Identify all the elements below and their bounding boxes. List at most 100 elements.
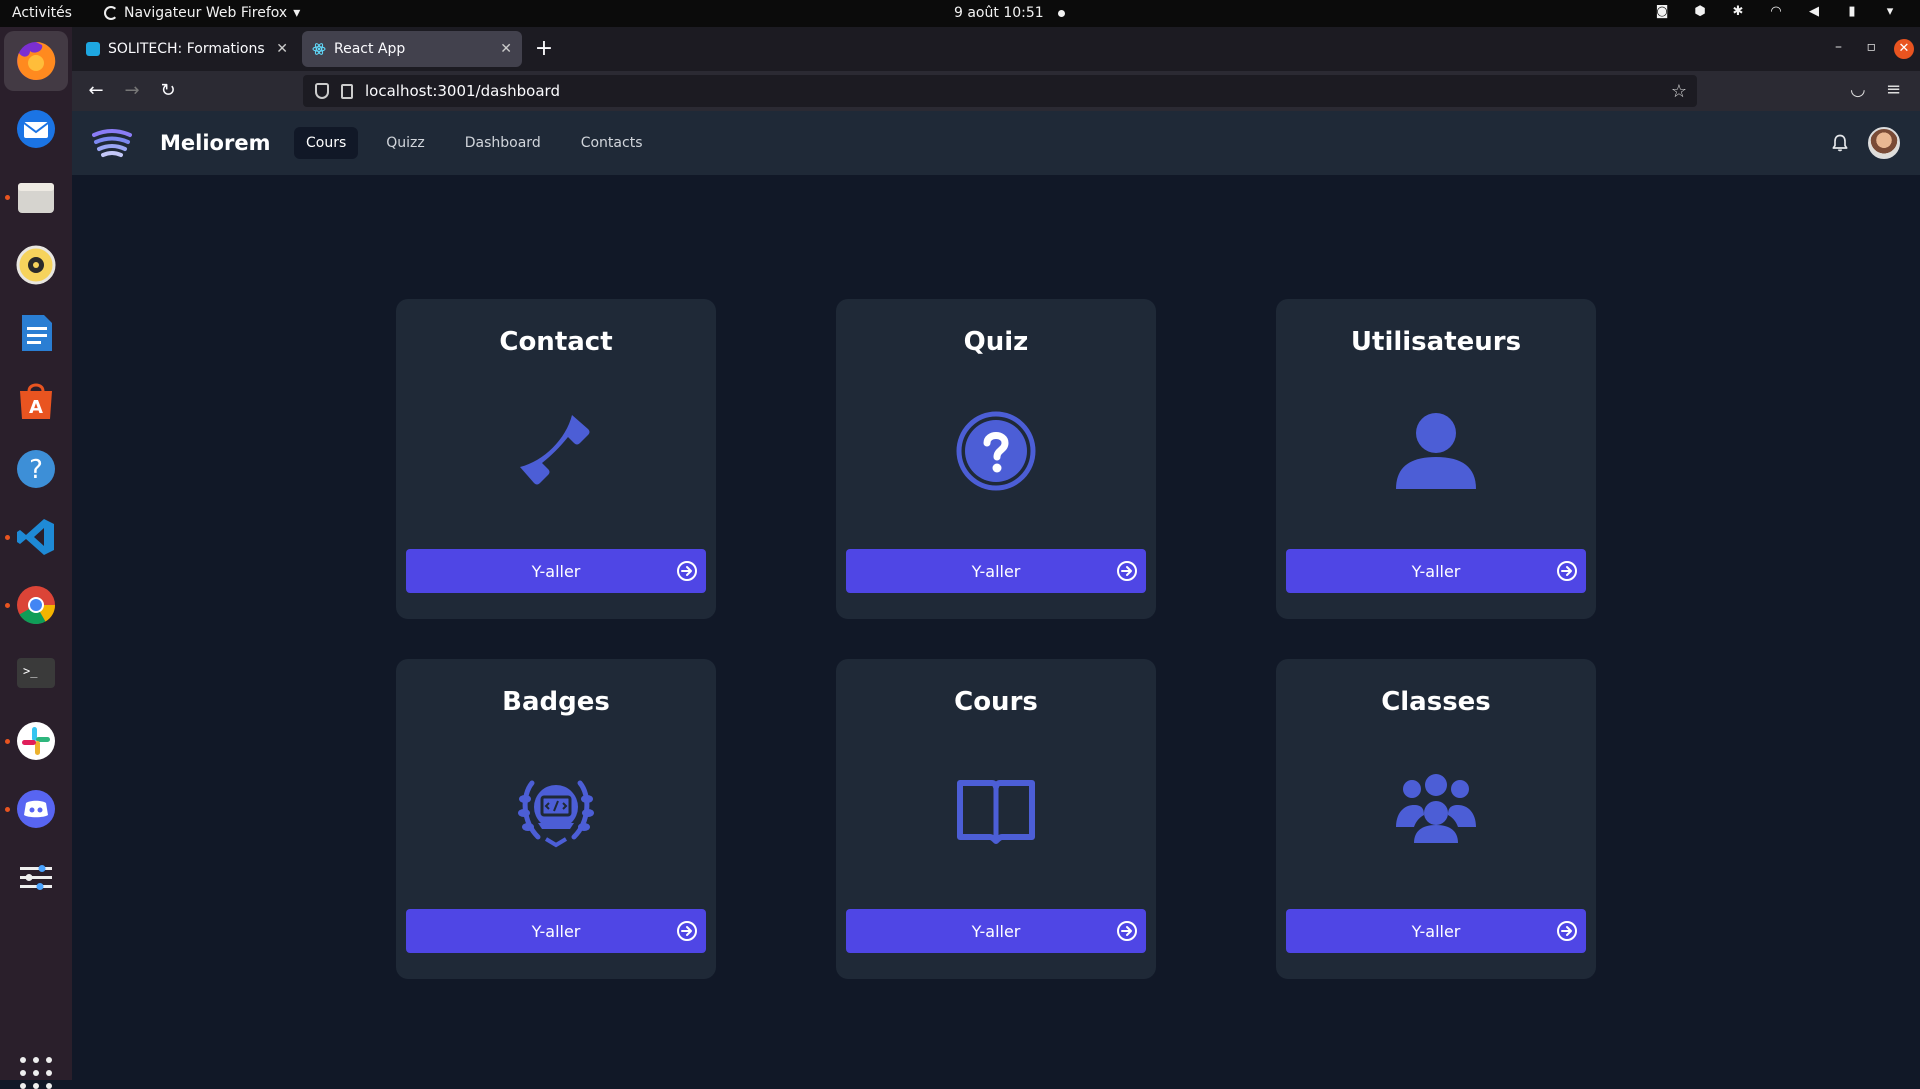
terminal-icon: >_ [17, 658, 55, 688]
brand-name[interactable]: Meliorem [160, 131, 270, 155]
card-title: Utilisateurs [1350, 327, 1522, 357]
help-icon: ? [17, 450, 55, 488]
firefox-icon [17, 41, 56, 80]
url-text[interactable]: localhost:3001/dashboard [365, 82, 560, 100]
tab-react-app[interactable]: React App ✕ [302, 31, 522, 67]
solitech-favicon-icon [86, 42, 100, 56]
go-button[interactable]: Y-aller [846, 909, 1146, 953]
dock-vscode[interactable] [12, 513, 60, 561]
discord-tray-icon[interactable]: ◙ [1654, 4, 1670, 20]
dock-files[interactable] [12, 173, 60, 221]
minimize-icon[interactable]: – [1835, 39, 1842, 55]
go-button[interactable]: Y-aller [1286, 909, 1586, 953]
files-icon [18, 183, 54, 213]
running-dot-icon [5, 807, 10, 812]
forward-arrow-icon[interactable]: → [120, 79, 144, 103]
chrome-icon [17, 586, 56, 625]
maximize-icon[interactable]: ▫ [1867, 39, 1877, 55]
pocket-icon[interactable]: ◡ [1850, 79, 1866, 100]
chevron-down-icon[interactable]: ▾ [1882, 4, 1898, 20]
show-apps-grid-icon[interactable] [20, 1057, 52, 1089]
running-dot-icon [5, 739, 10, 744]
go-button[interactable]: Y-aller [1286, 549, 1586, 593]
arrow-circle-right-icon [677, 921, 697, 941]
tab-bar: SOLITECH: Formations ✕ React App ✕ + – ▫… [72, 27, 1920, 71]
nav-dashboard[interactable]: Dashboard [453, 127, 553, 159]
activities-button[interactable]: Activités [12, 5, 72, 21]
firefox-mini-icon [104, 6, 118, 20]
close-tab-icon[interactable]: ✕ [276, 41, 288, 57]
dock-firefox[interactable] [4, 31, 68, 91]
back-arrow-icon[interactable]: ← [84, 79, 108, 103]
new-tab-button[interactable]: + [530, 35, 558, 63]
group-icon [1396, 774, 1476, 843]
card-title: Badges [502, 687, 610, 717]
card-title: Quiz [963, 327, 1029, 357]
app-menu-label: Navigateur Web Firefox [124, 5, 288, 21]
dock-slack[interactable] [12, 717, 60, 765]
go-button-label: Y-aller [531, 561, 581, 581]
bookmark-star-icon[interactable]: ☆ [1671, 81, 1687, 102]
hamburger-menu-icon[interactable]: ≡ [1886, 79, 1901, 100]
go-button[interactable]: Y-aller [846, 549, 1146, 593]
nav-quizz[interactable]: Quizz [374, 127, 436, 159]
card-title: Cours [954, 687, 1038, 717]
dock-settings[interactable] [12, 853, 60, 901]
volume-icon[interactable]: ◀ [1806, 4, 1822, 20]
go-button[interactable]: Y-aller [406, 549, 706, 593]
react-favicon-icon [312, 43, 326, 55]
shield-tray-icon[interactable]: ⬢ [1692, 4, 1708, 20]
settings-icon [20, 865, 52, 890]
app-center-icon: A [20, 383, 52, 419]
dock-chrome[interactable] [12, 581, 60, 629]
bell-icon[interactable] [1830, 133, 1850, 153]
nav-cours[interactable]: Cours [294, 127, 359, 159]
tracking-shield-icon[interactable] [315, 83, 329, 99]
card-utilisateurs: Utilisateurs Y-aller [1276, 299, 1596, 619]
go-button[interactable]: Y-aller [406, 909, 706, 953]
card-quiz: Quiz Y-aller [836, 299, 1156, 619]
chevron-down-icon: ▾ [293, 5, 301, 21]
clock[interactable]: 9 août 10:51 [954, 5, 1065, 21]
book-icon [957, 780, 1035, 844]
svg-text:>_: >_ [23, 664, 38, 678]
dock-writer[interactable] [12, 309, 60, 357]
meliorem-logo-icon[interactable] [92, 125, 132, 161]
close-tab-icon[interactable]: ✕ [500, 41, 512, 57]
dock-help[interactable]: ? [12, 445, 60, 493]
question-circle-icon [956, 411, 1036, 491]
tab-label: React App [334, 41, 406, 57]
dock-thunderbird[interactable] [12, 105, 60, 153]
arrow-circle-right-icon [1557, 561, 1577, 581]
card-badges: Badges Y-aller [396, 659, 716, 979]
notification-dot-icon [1057, 9, 1065, 17]
tab-solitech[interactable]: SOLITECH: Formations ✕ [76, 31, 298, 67]
wifi-icon[interactable]: ◠ [1768, 4, 1784, 20]
dock-discord[interactable] [12, 785, 60, 833]
dock-terminal[interactable]: >_ [12, 649, 60, 697]
dock-app-center[interactable]: A [12, 377, 60, 425]
avatar[interactable] [1868, 127, 1900, 159]
clock-label: 9 août 10:51 [954, 5, 1044, 21]
system-tray[interactable]: ◙ ⬢ ✱ ◠ ◀ ▮ ▾ [1654, 4, 1898, 20]
slack-tray-icon[interactable]: ✱ [1730, 4, 1746, 20]
url-bar[interactable]: localhost:3001/dashboard ☆ [303, 75, 1697, 107]
battery-icon[interactable]: ▮ [1844, 4, 1860, 20]
running-dot-icon [5, 603, 10, 608]
card-title: Contact [499, 327, 613, 357]
app-menu[interactable]: Navigateur Web Firefox ▾ [104, 5, 300, 21]
running-dot-icon [5, 535, 10, 540]
user-icon [1396, 413, 1476, 489]
dock-rhythmbox[interactable] [12, 241, 60, 289]
close-window-icon[interactable]: ✕ [1894, 39, 1914, 59]
discord-icon [17, 790, 55, 828]
arrow-circle-right-icon [1117, 921, 1137, 941]
nav-contacts[interactable]: Contacts [569, 127, 655, 159]
slack-icon [17, 722, 55, 760]
tab-label: SOLITECH: Formations [108, 41, 265, 57]
page-info-icon[interactable] [341, 83, 353, 99]
app-navbar: Meliorem Cours Quizz Dashboard Contacts [72, 111, 1920, 175]
svg-text:A: A [29, 397, 43, 418]
running-dot-icon [5, 195, 10, 200]
reload-icon[interactable]: ↻ [156, 79, 180, 103]
